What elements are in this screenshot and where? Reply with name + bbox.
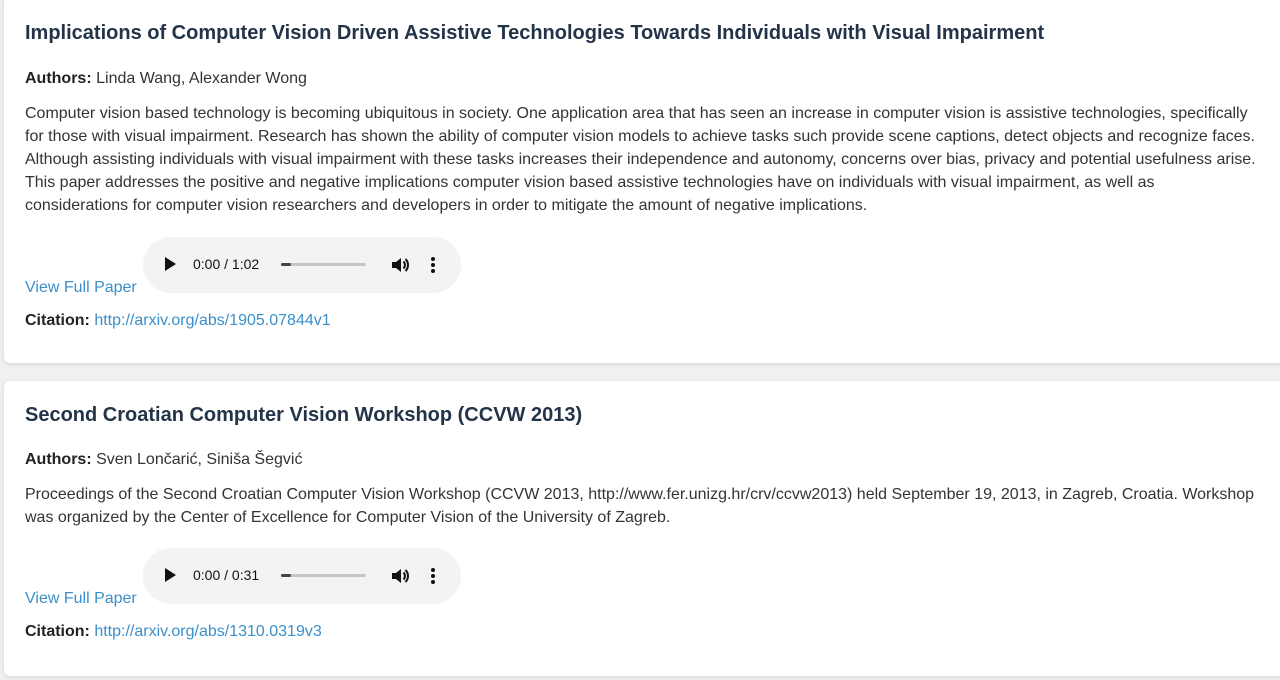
authors-label: Authors:: [25, 70, 92, 87]
view-full-paper-link[interactable]: View Full Paper: [25, 279, 137, 297]
authors-label: Authors:: [25, 451, 92, 468]
audio-progress-slider[interactable]: [281, 574, 366, 577]
audio-time: 0:00 / 1:02: [193, 256, 260, 272]
audio-time: 0:00 / 0:31: [193, 567, 260, 583]
paper-card: Second Croatian Computer Vision Workshop…: [4, 381, 1280, 676]
paper-abstract: Proceedings of the Second Croatian Compu…: [25, 486, 1255, 526]
paper-authors: Authors: Sven Lončarić, Siniša Šegvić: [25, 451, 302, 469]
audio-progress-fill: [281, 263, 292, 266]
more-options-icon[interactable]: [427, 255, 439, 275]
citation-label: Citation:: [25, 623, 90, 640]
authors-value: Sven Lončarić, Siniša Šegvić: [96, 451, 303, 468]
paper-title: Second Croatian Computer Vision Workshop…: [25, 404, 583, 426]
audio-progress-fill: [281, 574, 292, 577]
audio-player[interactable]: 0:00 / 0:31: [143, 548, 461, 604]
paper-title: Implications of Computer Vision Driven A…: [25, 22, 1045, 44]
citation-link[interactable]: http://arxiv.org/abs/1905.07844v1: [94, 312, 330, 329]
more-options-icon[interactable]: [427, 566, 439, 586]
volume-icon[interactable]: [390, 255, 410, 275]
citation-label: Citation:: [25, 312, 90, 329]
audio-player[interactable]: 0:00 / 1:02: [143, 237, 461, 293]
paper-abstract: Computer vision based technology is beco…: [25, 105, 1256, 214]
paper-citation: Citation: http://arxiv.org/abs/1310.0319…: [25, 623, 322, 641]
volume-icon[interactable]: [390, 566, 410, 586]
citation-link[interactable]: http://arxiv.org/abs/1310.0319v3: [94, 623, 321, 640]
play-icon[interactable]: [165, 257, 176, 271]
view-full-paper-link[interactable]: View Full Paper: [25, 590, 137, 608]
play-icon[interactable]: [165, 568, 176, 582]
authors-value: Linda Wang, Alexander Wong: [96, 70, 307, 87]
paper-authors: Authors: Linda Wang, Alexander Wong: [25, 70, 307, 88]
paper-citation: Citation: http://arxiv.org/abs/1905.0784…: [25, 312, 331, 330]
audio-progress-slider[interactable]: [281, 263, 366, 266]
paper-card: Implications of Computer Vision Driven A…: [4, 0, 1280, 363]
